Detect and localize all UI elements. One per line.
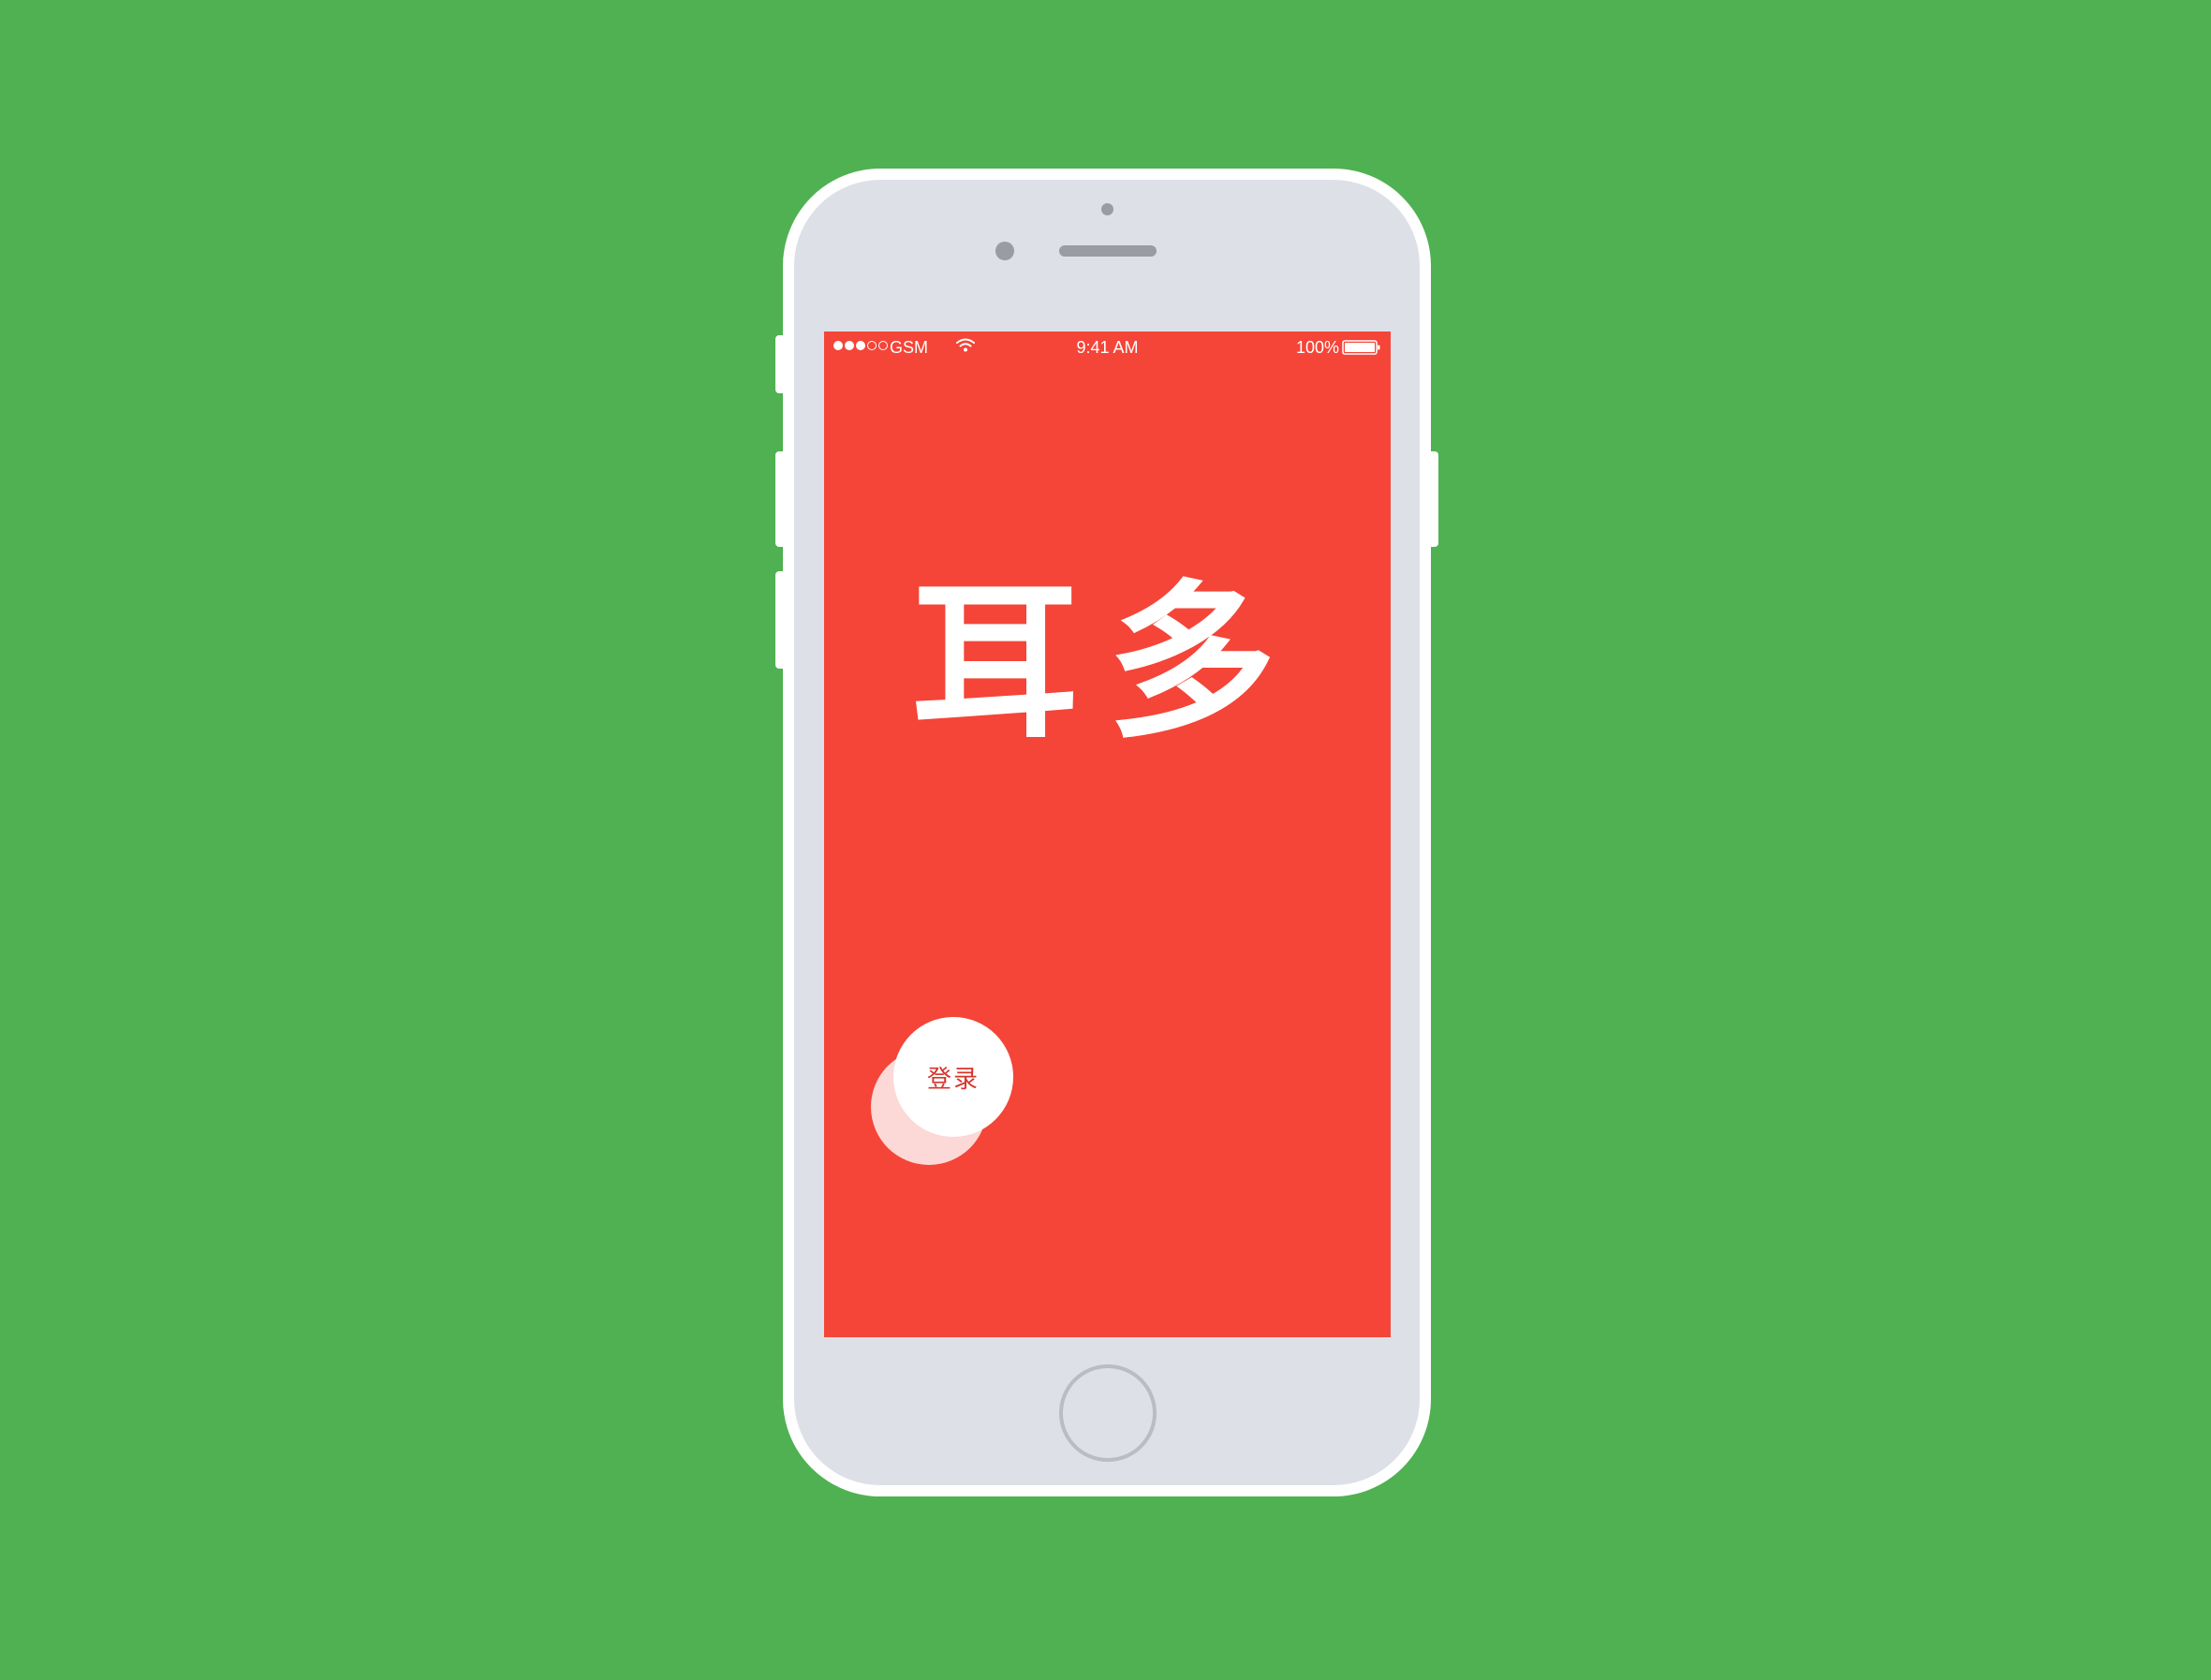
proximity-sensor	[1101, 203, 1113, 215]
battery-icon	[1342, 340, 1380, 355]
status-bar: GSM 9:41 AM 100%	[824, 332, 1391, 363]
login-button[interactable]: 登录	[893, 1017, 1013, 1137]
phone-screen: GSM 9:41 AM 100% 耳多 登录	[824, 332, 1391, 1337]
battery-percentage: 100%	[1295, 338, 1339, 357]
home-button[interactable]	[1059, 1364, 1157, 1462]
front-camera	[995, 242, 1014, 260]
app-logo-text: 耳多	[910, 564, 1304, 761]
earpiece-speaker	[1059, 245, 1157, 257]
